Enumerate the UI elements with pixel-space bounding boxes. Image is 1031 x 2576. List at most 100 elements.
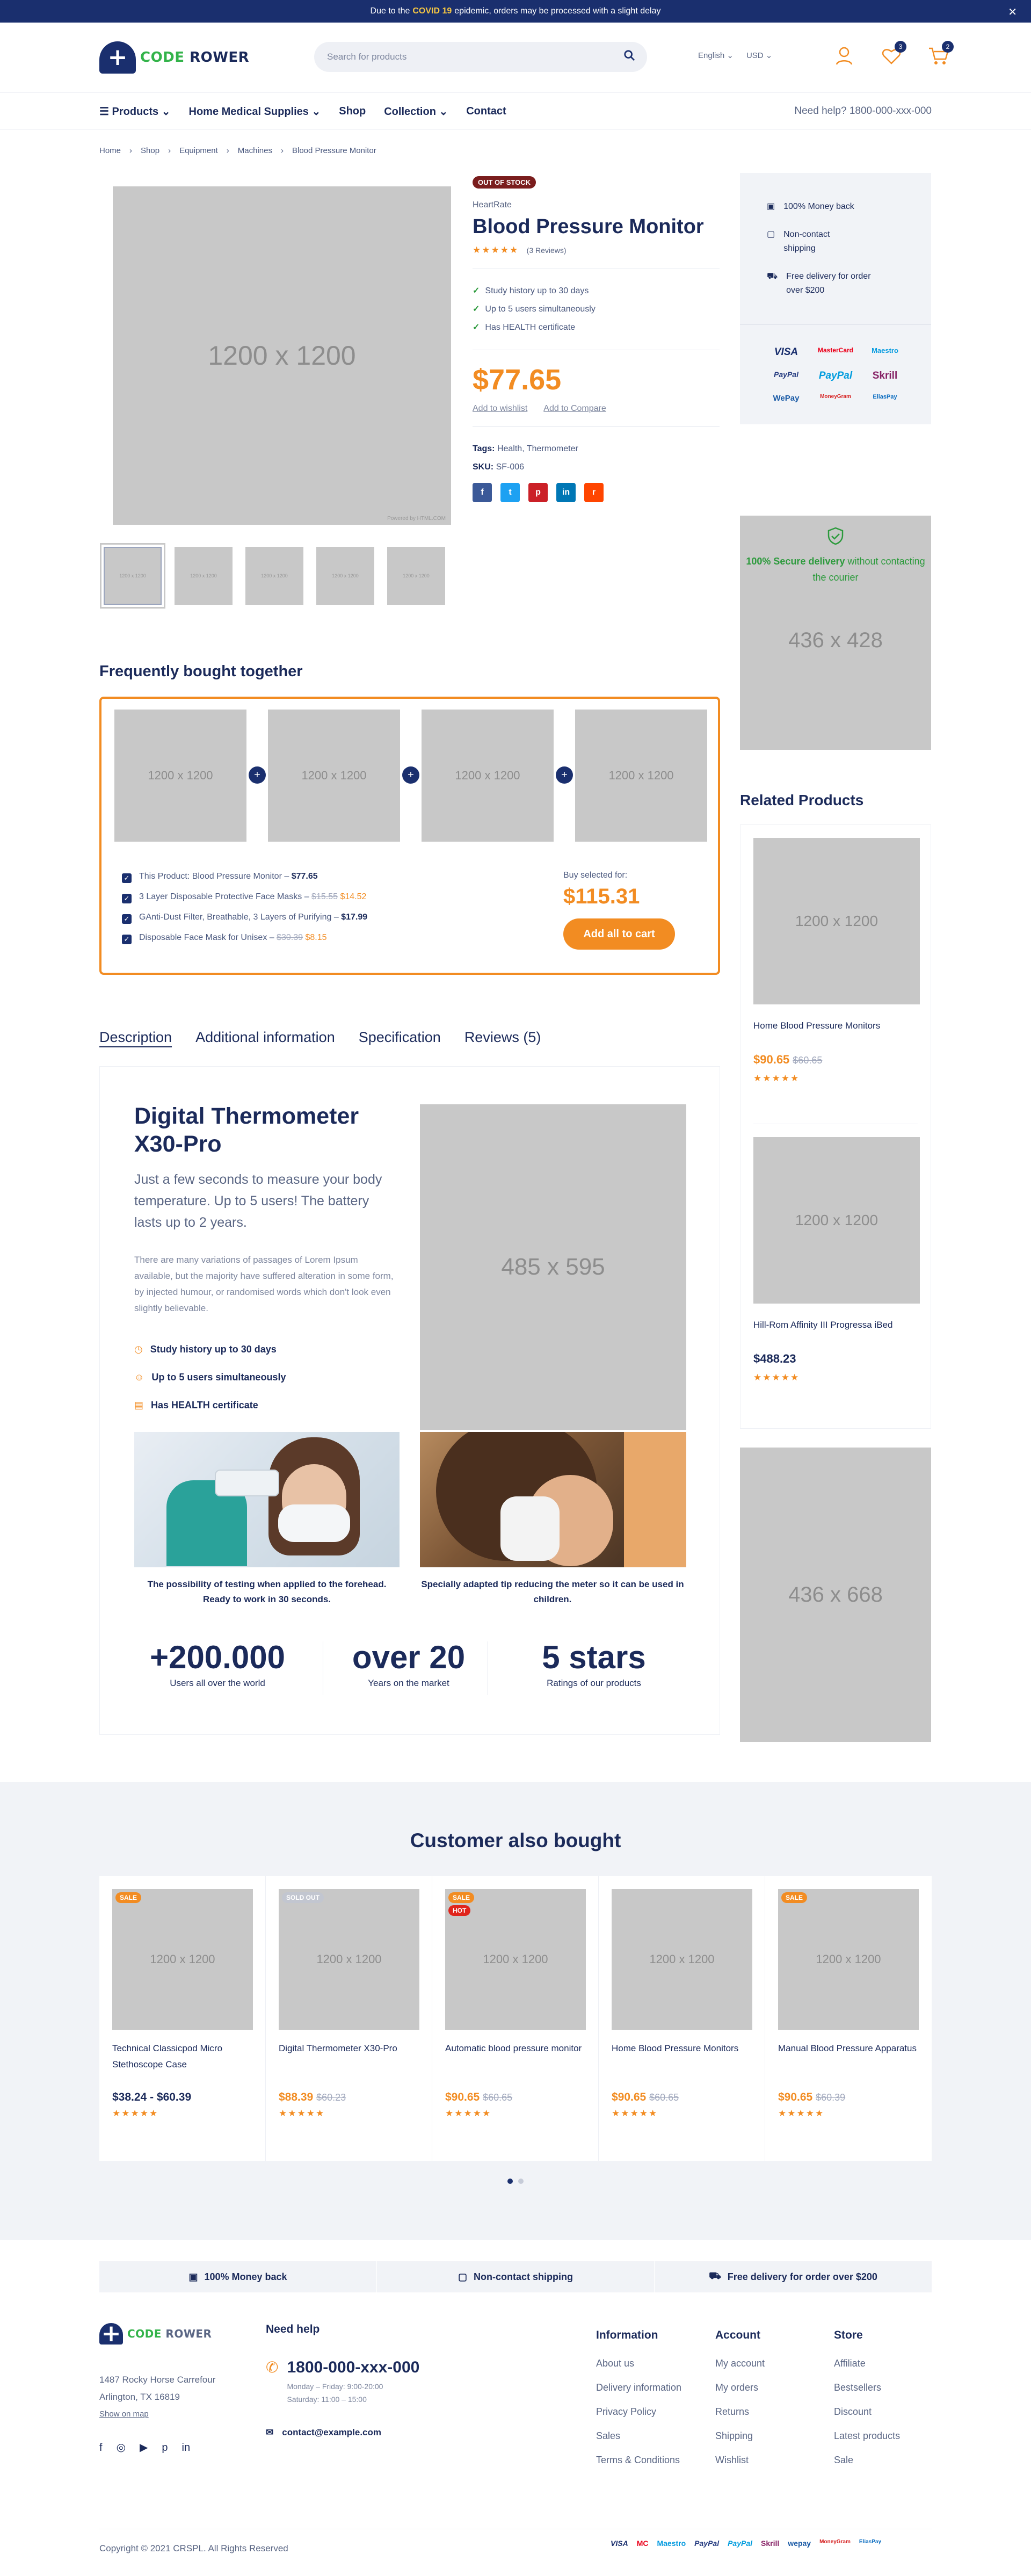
product-card[interactable]: 1200 x 1200 SOLD OUT Digital Thermometer … (266, 1876, 432, 2161)
checkbox[interactable]: ✓ (122, 894, 132, 903)
product-image[interactable]: 1200 x 1200 (753, 1137, 920, 1304)
carousel-dot-active[interactable] (507, 2179, 513, 2184)
footer-link[interactable]: Returns (715, 2400, 765, 2424)
footer-link[interactable]: Affiliate (834, 2351, 900, 2376)
review-count[interactable]: (3 Reviews) (527, 246, 567, 255)
product-name[interactable]: Hill-Rom Affinity III Progressa iBed (753, 1320, 918, 1330)
product-brand[interactable]: HeartRate (473, 200, 720, 210)
thumbnail[interactable]: 1200 x 1200 (387, 547, 445, 605)
currency-select[interactable]: USD ⌄ (746, 50, 772, 60)
footer-link[interactable]: Latest products (834, 2424, 900, 2448)
footer-logo[interactable]: CODE ROWER (99, 2323, 215, 2345)
product-name[interactable]: Home Blood Pressure Monitors (753, 1021, 918, 1031)
product-main-image[interactable]: 1200 x 1200 Powered by HTML.COM (113, 186, 451, 525)
product-name[interactable]: Home Blood Pressure Monitors (612, 2040, 752, 2073)
carousel-dot[interactable] (518, 2179, 524, 2184)
footer-link[interactable]: Bestsellers (834, 2376, 900, 2400)
footer-link[interactable]: Wishlist (715, 2448, 765, 2472)
fbt-image[interactable]: 1200 x 1200 + (114, 710, 266, 842)
checkbox[interactable]: ✓ (122, 873, 132, 883)
user-icon[interactable] (832, 44, 856, 68)
checkbox[interactable]: ✓ (122, 914, 132, 924)
product-card[interactable]: 1200 x 1200 Home Blood Pressure Monitors… (599, 1876, 765, 2161)
footer-link[interactable]: Delivery information (596, 2376, 681, 2400)
secure-delivery-banner[interactable]: 100% Secure delivery without contacting … (740, 516, 931, 750)
footer-link[interactable]: Sale (834, 2448, 900, 2472)
footer-link[interactable]: About us (596, 2351, 681, 2376)
thumbnail[interactable]: 1200 x 1200 (175, 547, 233, 605)
fbt-item-label[interactable]: 3 Layer Disposable Protective Face Masks… (139, 892, 309, 901)
thumbnail[interactable]: 1200 x 1200 (100, 543, 165, 609)
footer-link[interactable]: Terms & Conditions (596, 2448, 681, 2472)
facebook-icon[interactable]: f (99, 2439, 103, 2456)
add-to-wishlist-link[interactable]: Add to wishlist (473, 404, 527, 414)
search-icon[interactable] (623, 49, 635, 61)
product-image[interactable]: 1200 x 1200 SALE (778, 1889, 919, 2030)
nav-item-products[interactable]: ☰ Products ⌄ (99, 105, 171, 118)
show-on-map-link[interactable]: Show on map (99, 2406, 215, 2423)
reddit-icon[interactable]: r (584, 483, 604, 502)
breadcrumb-item[interactable]: Equipment (179, 146, 218, 155)
tags-value[interactable]: Health, Thermometer (497, 444, 578, 453)
tab-reviews[interactable]: Reviews (5) (464, 1029, 541, 1046)
footer-link[interactable]: Sales (596, 2424, 681, 2448)
product-name[interactable]: Digital Thermometer X30-Pro (279, 2040, 419, 2073)
fbt-image[interactable]: 1200 x 1200 + (422, 710, 573, 842)
fbt-item-label[interactable]: Disposable Face Mask for Unisex – (139, 933, 274, 942)
product-image[interactable]: 1200 x 1200 SALE HOT (445, 1889, 586, 2030)
logo[interactable]: CODE ROWER (99, 41, 249, 74)
breadcrumb-item[interactable]: Home (99, 146, 121, 155)
nav-item-contact[interactable]: Contact (466, 105, 506, 118)
nav-item-collection[interactable]: Collection ⌄ (384, 105, 448, 118)
nav-item-home-medical[interactable]: Home Medical Supplies ⌄ (189, 105, 321, 118)
facebook-icon[interactable]: f (473, 483, 492, 502)
fbt-image[interactable]: 1200 x 1200 + (268, 710, 419, 842)
instagram-icon[interactable]: ◎ (117, 2439, 126, 2456)
sidebar-banner[interactable]: 436 x 668 (740, 1448, 931, 1742)
fbt-item-label[interactable]: GAnti-Dust Filter, Breathable, 3 Layers … (139, 913, 339, 922)
footer-link[interactable]: Privacy Policy (596, 2400, 681, 2424)
product-image[interactable]: 1200 x 1200 SOLD OUT (279, 1889, 419, 2030)
product-card[interactable]: 1200 x 1200 SALE Technical Classicpod Mic… (99, 1876, 266, 2161)
footer-phone[interactable]: 1800-000-xxx-000 (287, 2358, 419, 2377)
tab-specification[interactable]: Specification (359, 1029, 441, 1046)
checkbox[interactable]: ✓ (122, 935, 132, 944)
linkedin-icon[interactable]: in (182, 2439, 191, 2456)
footer-link[interactable]: Shipping (715, 2424, 765, 2448)
nav-item-shop[interactable]: Shop (339, 105, 366, 118)
product-image[interactable]: 1200 x 1200 SALE (112, 1889, 253, 2030)
pinterest-icon[interactable]: p (162, 2439, 168, 2456)
twitter-icon[interactable]: t (500, 483, 520, 502)
cart-icon[interactable]: 2 (927, 41, 954, 68)
fbt-item-label[interactable]: This Product: Blood Pressure Monitor – (139, 872, 289, 881)
close-icon[interactable]: ✕ (1008, 5, 1017, 19)
tab-additional-information[interactable]: Additional information (195, 1029, 335, 1046)
fbt-image[interactable]: 1200 x 1200 (575, 710, 707, 842)
footer-email[interactable]: contact@example.com (282, 2427, 381, 2438)
footer-link[interactable]: My account (715, 2351, 765, 2376)
related-product-card[interactable]: 1200 x 1200 Hill-Rom Affinity III Progre… (740, 1124, 931, 1428)
breadcrumb-item[interactable]: Machines (238, 146, 272, 155)
product-name[interactable]: Automatic blood pressure monitor (445, 2040, 585, 2073)
add-all-to-cart-button[interactable]: Add all to cart (563, 918, 675, 950)
language-select[interactable]: English ⌄ (698, 50, 734, 60)
related-product-card[interactable]: 1200 x 1200 Home Blood Pressure Monitors… (740, 825, 931, 1097)
pinterest-icon[interactable]: p (528, 483, 548, 502)
breadcrumb-item[interactable]: Shop (141, 146, 159, 155)
add-to-compare-link[interactable]: Add to Compare (543, 404, 606, 414)
footer-link[interactable]: My orders (715, 2376, 765, 2400)
help-phone[interactable]: Need help? 1800-000-xxx-000 (794, 105, 932, 117)
wishlist-icon[interactable]: 3 (880, 41, 906, 68)
product-card[interactable]: 1200 x 1200 SALE Manual Blood Pressure Ap… (765, 1876, 932, 2161)
tab-description[interactable]: Description (99, 1029, 172, 1046)
thumbnail[interactable]: 1200 x 1200 (245, 547, 303, 605)
footer-link[interactable]: Discount (834, 2400, 900, 2424)
product-name[interactable]: Technical Classicpod Micro Stethoscope C… (112, 2040, 252, 2073)
product-image[interactable]: 1200 x 1200 (753, 838, 920, 1004)
linkedin-icon[interactable]: in (556, 483, 576, 502)
product-image[interactable]: 1200 x 1200 (612, 1889, 752, 2030)
product-name[interactable]: Manual Blood Pressure Apparatus (778, 2040, 919, 2073)
thumbnail[interactable]: 1200 x 1200 (316, 547, 374, 605)
product-card[interactable]: 1200 x 1200 SALE HOT Automatic blood press… (432, 1876, 599, 2161)
search-input[interactable]: Search for products (314, 42, 647, 72)
